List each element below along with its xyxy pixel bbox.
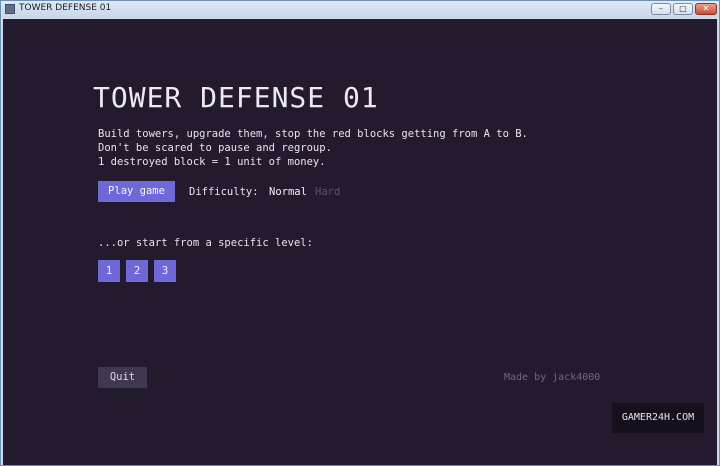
- play-game-button[interactable]: Play game: [98, 181, 175, 202]
- difficulty-hard-option[interactable]: Hard: [315, 186, 340, 198]
- description-line-2: Don't be scared to pause and regroup.: [98, 142, 332, 154]
- quit-button[interactable]: Quit: [98, 367, 147, 388]
- maximize-button[interactable]: □: [673, 3, 693, 15]
- game-title: TOWER DEFENSE 01: [93, 81, 379, 114]
- difficulty-normal-option[interactable]: Normal: [269, 186, 307, 198]
- game-canvas: TOWER DEFENSE 01 Build towers, upgrade t…: [3, 19, 717, 465]
- window-title: TOWER DEFENSE 01: [19, 3, 112, 13]
- app-window: TOWER DEFENSE 01 – □ ✕ TOWER DEFENSE 01 …: [0, 0, 720, 466]
- description-line-1: Build towers, upgrade them, stop the red…: [98, 128, 528, 140]
- title-bar[interactable]: TOWER DEFENSE 01 – □ ✕: [1, 1, 719, 18]
- level-select-prompt: ...or start from a specific level:: [98, 237, 313, 249]
- minimize-button[interactable]: –: [651, 3, 671, 15]
- close-button[interactable]: ✕: [695, 3, 717, 15]
- level-3-button[interactable]: 3: [154, 260, 176, 282]
- site-watermark: GAMER24H.COM: [612, 403, 704, 433]
- level-1-button[interactable]: 1: [98, 260, 120, 282]
- app-icon: [5, 4, 15, 14]
- level-2-button[interactable]: 2: [126, 260, 148, 282]
- difficulty-label: Difficulty:: [189, 186, 259, 198]
- description-line-3: 1 destroyed block = 1 unit of money.: [98, 156, 326, 168]
- credit-text: Made by jack4000: [504, 372, 601, 383]
